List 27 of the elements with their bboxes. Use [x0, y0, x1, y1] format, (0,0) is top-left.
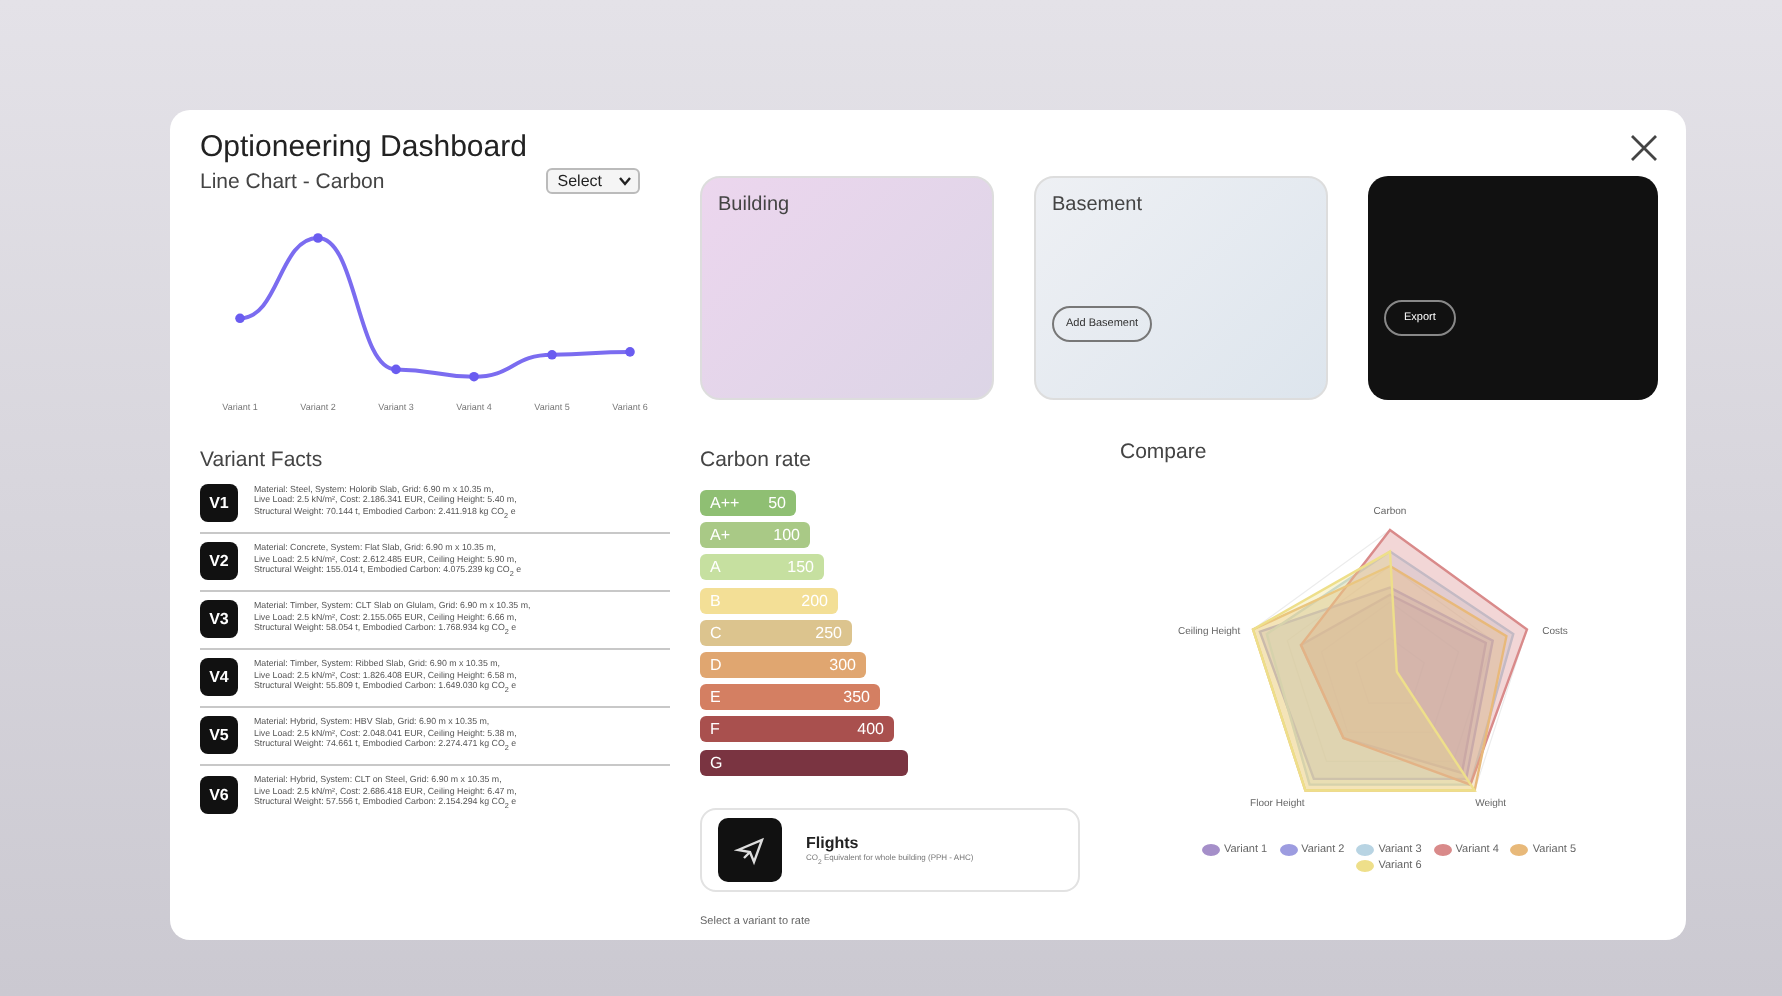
- section-title: Carbon rate: [700, 448, 811, 472]
- variant-badge: V3: [200, 600, 238, 639]
- rating-band: F 400: [700, 716, 894, 743]
- rating-band: C 250: [700, 619, 852, 646]
- select-dropdown[interactable]: Select: [545, 168, 640, 194]
- section-title: Variant Facts: [200, 448, 323, 472]
- variant-badge: V2: [200, 542, 238, 581]
- chart-title: Line Chart - Carbon: [200, 169, 385, 193]
- card-title: Basement: [1052, 194, 1143, 216]
- section-title: Compare: [1120, 440, 1207, 464]
- rating-band: A+ 100: [700, 522, 810, 549]
- variant-badge: V6: [200, 775, 238, 814]
- window-title: Optioneering Dashboard: [200, 130, 527, 164]
- rating-band: G: [700, 749, 908, 775]
- rating-band: D 300: [700, 651, 866, 678]
- card-title: Building: [718, 194, 790, 216]
- variant-badge: V1: [200, 484, 238, 523]
- variant-badge: V4: [200, 658, 238, 697]
- rating-band: B 200: [700, 587, 838, 614]
- variant-badge: V5: [200, 716, 238, 755]
- close-icon[interactable]: [1630, 133, 1658, 161]
- rating-band: A++ 50: [700, 490, 796, 516]
- rating-band: E 350: [700, 684, 880, 711]
- flights-title: Flights: [806, 833, 859, 852]
- caret-icon: [618, 176, 632, 186]
- rating-band: A 150: [700, 554, 824, 581]
- airplane-icon: [718, 817, 782, 881]
